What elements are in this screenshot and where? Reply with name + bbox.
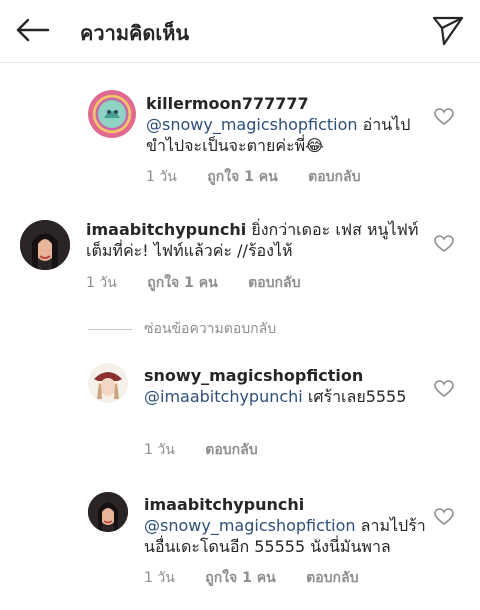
avatar[interactable] [88,363,128,403]
comment-likes[interactable]: ถูกใจ 1 คน [147,275,217,291]
avatar[interactable] [88,492,128,532]
divider-line [88,328,132,330]
comment-body: เศร้าเลย5555 [307,387,407,406]
comment-mention[interactable]: @snowy_magicshopfiction [146,115,358,134]
hide-replies-label: ซ่อนข้อความตอบกลับ [144,321,277,337]
comment-meta: 1 วัน ถูกใจ 1 คน ตอบกลับ [144,567,384,589]
comment-text: killermoon777777 @snowy_magicshopfiction… [146,93,428,156]
comment-meta: 1 วัน ถูกใจ 1 คน ตอบกลับ [146,166,386,188]
reply-button[interactable]: ตอบกลับ [205,442,257,458]
comment-text: snowy_magicshopfiction @imaabitchypunchi… [144,365,429,407]
reply-button[interactable]: ตอบกลับ [306,570,358,586]
comment-username[interactable]: killermoon777777 [146,94,309,113]
reply-button[interactable]: ตอบกลับ [308,169,360,185]
comment-likes[interactable]: ถูกใจ 1 คน [205,570,275,586]
comment-likes[interactable]: ถูกใจ 1 คน [207,169,277,185]
avatar[interactable] [20,220,70,270]
heart-icon[interactable] [434,235,454,253]
comment-meta: 1 วัน ถูกใจ 1 คน ตอบกลับ [86,272,326,294]
comment-text: imaabitchypunchi ยิ่งกว่าเดอะ เฟส หนูไฟท… [86,219,426,261]
comment-text: imaabitchypunchi @snowy_magicshopfiction… [144,494,429,557]
comment-username[interactable]: snowy_magicshopfiction [144,366,363,385]
reply-button[interactable]: ตอบกลับ [248,275,300,291]
comment-time: 1 วัน [144,442,175,458]
comment-time: 1 วัน [86,275,117,291]
comment-time: 1 วัน [146,169,177,185]
comment-time: 1 วัน [144,570,175,586]
header-bar: ความคิดเห็น [0,0,480,63]
page-title: ความคิดเห็น [80,21,190,45]
back-arrow-icon[interactable] [14,14,50,46]
heart-icon[interactable] [434,380,454,398]
comment-meta: 1 วัน ตอบกลับ [144,439,284,461]
avatar[interactable] [88,90,136,138]
heart-icon[interactable] [434,508,454,526]
comment-username[interactable]: imaabitchypunchi [144,495,304,514]
comment-mention[interactable]: @imaabitchypunchi [144,387,303,406]
hide-replies-button[interactable]: ซ่อนข้อความตอบกลับ [88,318,276,340]
heart-icon[interactable] [434,108,454,126]
paper-plane-icon[interactable] [430,12,466,48]
comment-mention[interactable]: @snowy_magicshopfiction [144,516,356,535]
comment-username[interactable]: imaabitchypunchi [86,220,246,239]
